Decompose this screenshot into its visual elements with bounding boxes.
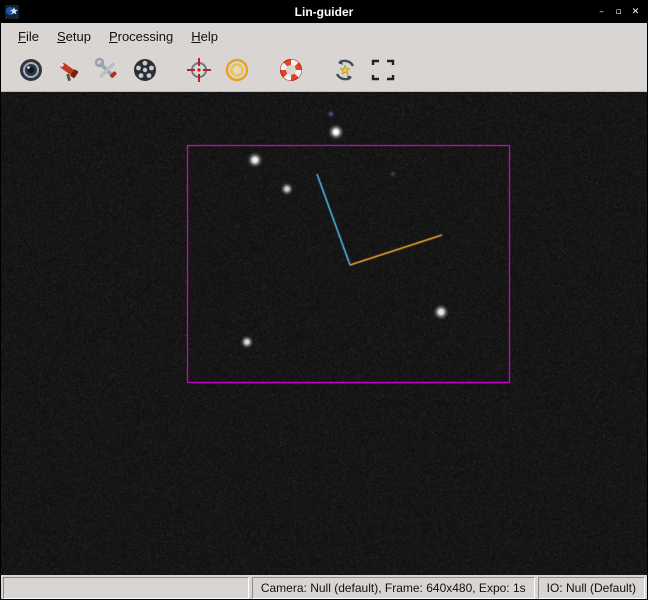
- telescope-setup-button[interactable]: [53, 54, 85, 86]
- minimize-button[interactable]: –: [594, 4, 609, 20]
- video-reel-icon: [132, 57, 158, 83]
- subframe-icon: [370, 57, 396, 83]
- app-window: Lin-guider – ▫ ✕ File Setup Processing H…: [0, 0, 648, 600]
- menu-setup[interactable]: Setup: [48, 23, 100, 49]
- menu-help[interactable]: Help: [182, 23, 227, 49]
- reticle-button[interactable]: [183, 54, 215, 86]
- window-controls: – ▫ ✕: [594, 4, 647, 20]
- maximize-button[interactable]: ▫: [611, 4, 626, 20]
- window-title: Lin-guider: [294, 5, 354, 19]
- status-panel-empty: [3, 577, 249, 599]
- menubar: File Setup Processing Help: [1, 23, 647, 49]
- status-camera-info: Camera: Null (default), Frame: 640x480, …: [251, 577, 535, 599]
- toolbar-group-help: [275, 54, 307, 86]
- titlebar[interactable]: Lin-guider – ▫ ✕: [1, 1, 647, 23]
- camera-setup-button[interactable]: [15, 54, 47, 86]
- lifebuoy-help-icon: [278, 57, 304, 83]
- common-setup-button[interactable]: [91, 54, 123, 86]
- guider-dialog-button[interactable]: [221, 54, 253, 86]
- reticle-icon: [186, 57, 212, 83]
- calibration-button[interactable]: [329, 54, 361, 86]
- camera-icon: [18, 57, 44, 83]
- menu-file[interactable]: File: [9, 23, 48, 49]
- calibration-icon: [332, 57, 358, 83]
- about-button[interactable]: [275, 54, 307, 86]
- toolbar: [1, 49, 647, 92]
- viewport: [1, 92, 647, 575]
- statusbar: Camera: Null (default), Frame: 640x480, …: [1, 575, 647, 599]
- toolbar-group-setup: [15, 54, 161, 86]
- telescope-icon: [56, 57, 82, 83]
- target-icon: [224, 57, 250, 83]
- app-icon: [4, 4, 20, 20]
- guide-image[interactable]: [1, 92, 647, 575]
- toolbar-group-guiding: [183, 54, 253, 86]
- menu-processing[interactable]: Processing: [100, 23, 182, 49]
- status-io-info: IO: Null (Default): [537, 577, 645, 599]
- setup-tools-icon: [94, 57, 120, 83]
- subframe-button[interactable]: [367, 54, 399, 86]
- video-settings-button[interactable]: [129, 54, 161, 86]
- toolbar-group-frame: [329, 54, 399, 86]
- close-button[interactable]: ✕: [628, 4, 643, 20]
